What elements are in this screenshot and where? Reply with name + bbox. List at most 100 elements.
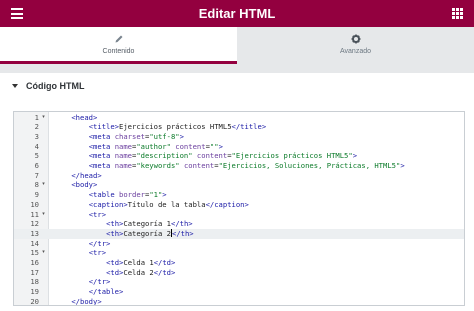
code-token: > [218,141,223,151]
code-token: <tr> [88,209,107,219]
code-text: <th>Categoría 1</th> [106,219,193,229]
code-text: <th>Categoría 2</th> [106,228,194,239]
line-number: 9 [34,190,39,200]
tab-avanzado-label: Avanzado [339,48,371,55]
code-line[interactable]: 5 <meta name="description" content="Ejerc… [14,151,464,161]
code-token: </tr> [88,277,111,287]
code-line[interactable]: 2 <title>Ejercicios prácticos HTML5</titl… [14,122,464,132]
gear-icon [351,34,360,44]
code-token: <title> [88,122,120,132]
code-token: </head> [71,170,102,180]
code-text: <tr> [89,248,106,258]
code-line[interactable]: 17 <td>Celda 2</td> [14,268,464,278]
code-text: </tr> [89,239,111,249]
fold-arrow-icon[interactable]: ▾ [40,248,47,258]
code-line[interactable]: 12 <th>Categoría 1</th> [14,219,464,229]
code-text: </table> [89,287,124,297]
code-line[interactable]: 4 <meta name="author" content=""> [14,142,464,152]
code-token: <meta [88,151,115,161]
code-token: <caption> [88,199,128,209]
pencil-icon [115,35,122,43]
code-token: "Ejercicios, Soluciones, Prácticas, HTML… [218,161,401,170]
code-token: <tr> [88,248,107,258]
code-token: > [352,151,358,161]
code-text: <td>Celda 1</td> [106,258,175,268]
grid-icon[interactable] [452,8,463,19]
fold-arrow-icon[interactable]: ▾ [40,113,47,123]
line-number: 14 [30,238,39,248]
controls-panel: Código HTML 1 ▾ <head> 2 <title>Ejercicios p… [0,73,474,311]
line-number: 15 [30,248,39,258]
code-token: Ejercicios prácticos HTML5 [119,122,232,132]
code-token: border [119,190,145,200]
code-line[interactable]: 9 <table border="1"> [14,190,464,200]
code-token: Celda 1 [123,258,154,267]
line-number: 4 [34,141,39,151]
code-token: Categoría 1 [123,219,171,229]
code-text: <head> [71,113,97,123]
code-token: "" [209,141,219,151]
code-line[interactable]: 8 ▾ <body> [14,180,464,190]
code-token: name [114,161,132,170]
code-token: <th> [106,228,124,238]
code-text: </body> [71,297,101,305]
code-token: > [400,161,405,170]
code-line[interactable]: 3 <meta charset="utf-8"> [14,132,464,142]
code-token: </caption> [205,199,249,209]
line-number: 18 [30,277,39,287]
code-token: "keywords" [136,161,180,170]
code-token: "1" [149,190,163,200]
section-toggle[interactable]: Código HTML [0,73,474,98]
code-editor[interactable]: 1 ▾ <head> 2 <title>Ejercicios prácticos HTM… [13,111,465,306]
code-text: <title>Ejercicios prácticos HTML5</title… [89,122,266,132]
code-line[interactable]: 14 </tr> [14,239,464,249]
code-line[interactable]: 20 </body> [14,296,464,306]
code-text: <td>Celda 2</td> [106,268,175,278]
line-number: 12 [30,219,39,229]
code-token: > [162,190,167,200]
code-token: </td> [153,258,176,267]
code-token: "Ejercicios prácticos HTML5" [231,151,353,161]
tab-contenido-label: Contenido [102,48,135,55]
code-token: name [114,151,132,161]
line-number: 10 [30,199,39,209]
line-number: 17 [30,267,39,277]
code-token: </tr> [88,238,111,248]
code-token: "description" [136,151,193,161]
code-text: <meta charset="utf-8"> [89,132,184,142]
line-number: 11 [30,209,39,219]
code-line[interactable]: 1 ▾ <head> [14,113,464,123]
panel-title: Editar HTML [198,6,276,21]
line-number: 7 [34,170,39,180]
code-token: Categoría 2 [123,228,171,238]
code-token: <body> [71,180,98,190]
line-number: 1 [34,112,39,122]
code-line[interactable]: 13 <th>Categoría 2</th> [14,228,464,239]
code-token: Celda 2 [123,267,154,277]
code-line[interactable]: 6 <meta name="keywords" content="Ejercici… [14,161,464,171]
hamburger-icon[interactable] [11,8,23,19]
code-line[interactable]: 19 </table> [14,287,464,297]
code-line[interactable]: 18 </tr> [14,277,464,287]
code-token: </td> [153,267,176,277]
fold-arrow-icon[interactable]: ▾ [40,180,47,190]
line-number: 20 [30,296,39,306]
code-token: content [196,151,228,161]
tab-contenido[interactable]: Contenido [0,27,237,64]
fold-arrow-icon[interactable]: ▾ [40,210,47,220]
code-token: </th> [172,228,194,238]
tab-avanzado[interactable]: Avanzado [237,27,474,64]
code-token: <th> [106,219,124,229]
code-line[interactable]: 10 <caption>Título de la tabla</caption> [14,200,464,210]
line-number: 16 [30,258,39,267]
code-token: <td> [106,267,124,277]
code-token: charset [114,131,145,141]
code-line[interactable]: 15 ▾ <tr> [14,248,464,258]
code-token: <head> [71,112,98,122]
caret-down-icon [12,83,18,88]
code-token: <meta [88,161,115,170]
code-line[interactable]: 7 </head> [14,171,464,181]
code-line[interactable]: 11 ▾ <tr> [14,210,464,220]
line-number: 8 [34,180,39,190]
code-line[interactable]: 16 <td>Celda 1</td> [14,258,464,268]
